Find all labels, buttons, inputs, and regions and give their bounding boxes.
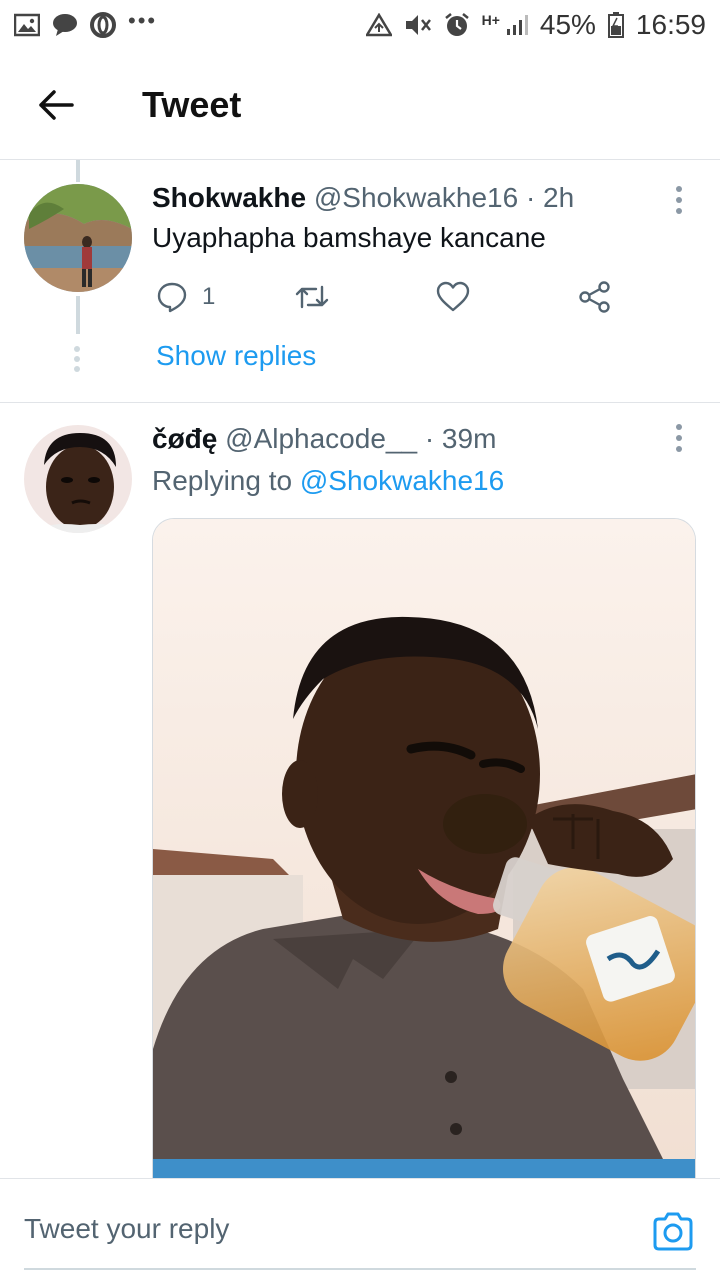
heart-icon <box>436 281 470 312</box>
signal-icon <box>506 13 528 37</box>
tweet-media-image[interactable] <box>152 518 696 1178</box>
timestamp: · 2h <box>525 182 575 213</box>
more-options-button[interactable] <box>664 180 694 220</box>
tweet-header: čøđę @Alphacode__ · 39m <box>152 423 496 455</box>
comment-icon <box>157 282 187 313</box>
app-header: Tweet <box>0 50 720 160</box>
back-button[interactable] <box>26 75 86 135</box>
reply-composer: Tweet your reply <box>0 1178 720 1280</box>
clock: 16:59 <box>635 9 706 40</box>
replying-handle-link[interactable]: @Shokwakhe16 <box>300 465 504 496</box>
share-button[interactable] <box>578 275 612 319</box>
tweet-actions: 1 <box>152 275 622 319</box>
data-saver-icon <box>365 13 392 37</box>
mute-icon <box>404 13 432 37</box>
gallery-icon <box>14 13 40 37</box>
avatar[interactable] <box>24 184 132 292</box>
replying-to: Replying to @Shokwakhe16 <box>152 465 504 497</box>
more-dots-icon: ••• <box>128 8 158 33</box>
show-replies-link[interactable]: Show replies <box>156 340 316 372</box>
thread-line-top <box>76 160 80 182</box>
thread-continuation-dots <box>74 346 80 372</box>
retweet-button[interactable] <box>294 275 330 319</box>
share-icon <box>579 281 610 313</box>
battery-icon <box>607 12 624 38</box>
tweet-item[interactable]: čøđę @Alphacode__ · 39m Replying to @Sho… <box>0 403 720 1178</box>
chat-bubble-icon <box>52 13 78 37</box>
alarm-icon <box>444 12 470 38</box>
timestamp: · 39m <box>424 423 497 454</box>
reply-button[interactable]: 1 <box>156 275 215 319</box>
camera-icon <box>653 1212 693 1251</box>
display-name[interactable]: čøđę <box>152 423 217 454</box>
avatar[interactable] <box>24 425 132 533</box>
user-handle[interactable]: @Alphacode__ <box>225 423 417 454</box>
battery-percent: 45% <box>539 9 596 40</box>
replying-prefix: Replying to <box>152 465 293 496</box>
page-title: Tweet <box>142 83 242 125</box>
camera-button[interactable] <box>650 1209 696 1255</box>
status-bar: ••• H+ 45% 16:59 <box>0 0 720 50</box>
network-type: H+ <box>481 12 500 28</box>
reply-input[interactable]: Tweet your reply <box>24 1213 229 1245</box>
tweet-text: Uyaphapha bamshaye kancane <box>152 222 546 253</box>
reply-count: 1 <box>202 283 216 310</box>
like-button[interactable] <box>436 275 470 319</box>
display-name[interactable]: Shokwakhe <box>152 182 306 213</box>
arrow-left-icon <box>39 89 74 120</box>
thread-line-bottom <box>76 296 80 334</box>
reply-input-underline <box>24 1268 696 1270</box>
user-handle[interactable]: @Shokwakhe16 <box>314 182 518 213</box>
tweet-item[interactable]: Shokwakhe @Shokwakhe16 · 2h Uyaphapha ba… <box>0 160 720 403</box>
retweet-icon <box>295 285 329 309</box>
opera-icon <box>90 12 116 38</box>
tweet-header: Shokwakhe @Shokwakhe16 · 2h <box>152 182 574 214</box>
more-options-button[interactable] <box>664 418 694 458</box>
